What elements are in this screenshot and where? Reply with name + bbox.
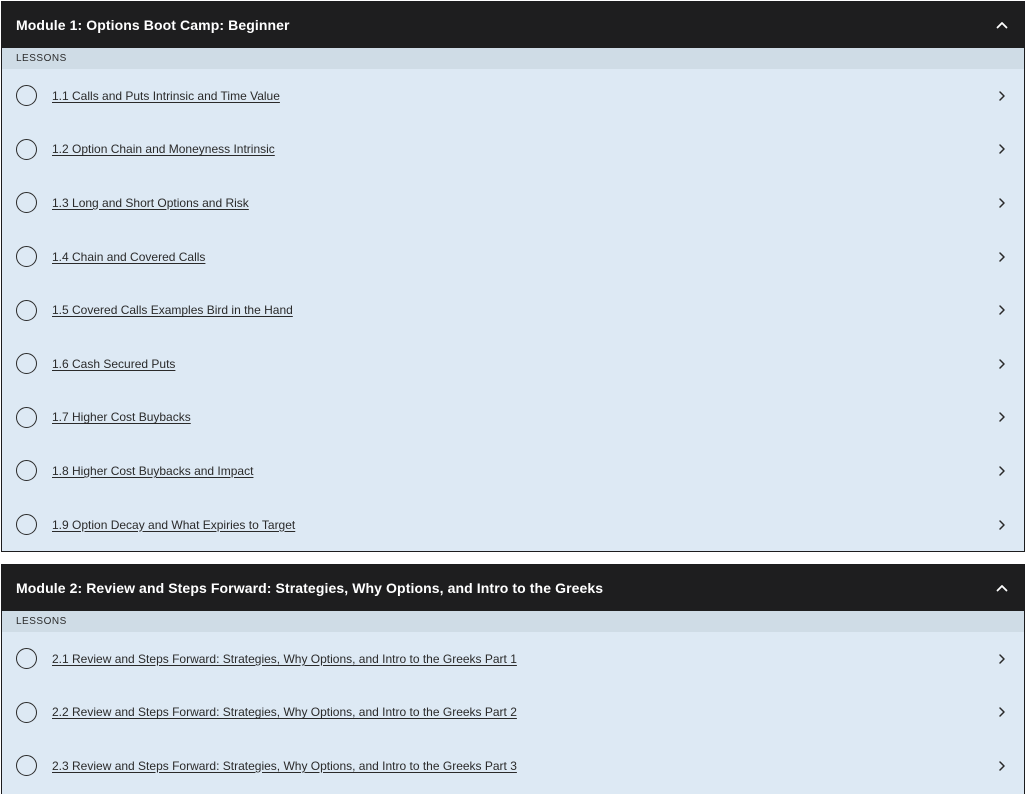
chevron-right-icon[interactable] <box>996 411 1008 423</box>
chevron-right-icon[interactable] <box>996 465 1008 477</box>
lesson-row[interactable]: 1.9 Option Decay and What Expiries to Ta… <box>2 498 1024 552</box>
lesson-row[interactable]: 2.2 Review and Steps Forward: Strategies… <box>2 686 1024 740</box>
lesson-link[interactable]: 1.9 Option Decay and What Expiries to Ta… <box>52 518 996 532</box>
chevron-right-icon[interactable] <box>996 197 1008 209</box>
lesson-link[interactable]: 1.5 Covered Calls Examples Bird in the H… <box>52 303 996 317</box>
lesson-row[interactable]: 2.3 Review and Steps Forward: Strategies… <box>2 739 1024 793</box>
chevron-right-icon[interactable] <box>996 760 1008 772</box>
circle-icon <box>16 85 37 107</box>
module-1-header[interactable]: Module 1: Options Boot Camp: Beginner <box>2 2 1024 48</box>
chevron-right-icon[interactable] <box>996 706 1008 718</box>
lesson-row[interactable]: 2.1 Review and Steps Forward: Strategies… <box>2 632 1024 686</box>
circle-icon <box>16 514 37 536</box>
module-2-panel: Module 2: Review and Steps Forward: Stra… <box>1 564 1025 794</box>
chevron-up-icon[interactable] <box>992 15 1012 35</box>
circle-icon <box>16 246 37 268</box>
chevron-right-icon[interactable] <box>996 519 1008 531</box>
circle-icon <box>16 406 37 428</box>
circle-icon <box>16 701 37 723</box>
lesson-link[interactable]: 2.1 Review and Steps Forward: Strategies… <box>52 652 996 666</box>
lessons-label: LESSONS <box>2 48 1024 69</box>
lesson-link[interactable]: 1.4 Chain and Covered Calls <box>52 250 996 264</box>
lesson-link[interactable]: 1.2 Option Chain and Moneyness Intrinsic <box>52 142 996 156</box>
circle-icon <box>16 353 37 375</box>
lesson-row[interactable]: 1.1 Calls and Puts Intrinsic and Time Va… <box>2 69 1024 123</box>
chevron-right-icon[interactable] <box>996 251 1008 263</box>
module-2-header[interactable]: Module 2: Review and Steps Forward: Stra… <box>2 565 1024 611</box>
chevron-right-icon[interactable] <box>996 358 1008 370</box>
lesson-link[interactable]: 1.8 Higher Cost Buybacks and Impact <box>52 464 996 478</box>
lesson-row[interactable]: 1.5 Covered Calls Examples Bird in the H… <box>2 283 1024 337</box>
lesson-row[interactable]: 1.8 Higher Cost Buybacks and Impact <box>2 444 1024 498</box>
lesson-row[interactable]: 1.4 Chain and Covered Calls <box>2 230 1024 284</box>
chevron-right-icon[interactable] <box>996 653 1008 665</box>
lesson-row[interactable]: 1.6 Cash Secured Puts <box>2 337 1024 391</box>
lesson-row[interactable]: 1.7 Higher Cost Buybacks <box>2 391 1024 445</box>
lesson-link[interactable]: 1.6 Cash Secured Puts <box>52 357 996 371</box>
lesson-link[interactable]: 1.3 Long and Short Options and Risk <box>52 196 996 210</box>
circle-icon <box>16 299 37 321</box>
lesson-link[interactable]: 2.2 Review and Steps Forward: Strategies… <box>52 705 996 719</box>
circle-icon <box>16 755 37 777</box>
lesson-row[interactable]: 1.3 Long and Short Options and Risk <box>2 176 1024 230</box>
chevron-right-icon[interactable] <box>996 143 1008 155</box>
chevron-right-icon[interactable] <box>996 304 1008 316</box>
circle-icon <box>16 192 37 214</box>
circle-icon <box>16 138 37 160</box>
module-1-panel: Module 1: Options Boot Camp: Beginner LE… <box>1 1 1025 552</box>
lesson-link[interactable]: 2.3 Review and Steps Forward: Strategies… <box>52 759 996 773</box>
chevron-right-icon[interactable] <box>996 90 1008 102</box>
circle-icon <box>16 648 37 670</box>
module-title: Module 1: Options Boot Camp: Beginner <box>16 17 290 33</box>
chevron-up-icon[interactable] <box>992 578 1012 598</box>
circle-icon <box>16 460 37 482</box>
lesson-link[interactable]: 1.7 Higher Cost Buybacks <box>52 410 996 424</box>
lessons-label: LESSONS <box>2 611 1024 632</box>
lesson-row[interactable]: 1.2 Option Chain and Moneyness Intrinsic <box>2 123 1024 177</box>
lesson-link[interactable]: 1.1 Calls and Puts Intrinsic and Time Va… <box>52 89 996 103</box>
module-title: Module 2: Review and Steps Forward: Stra… <box>16 580 604 596</box>
